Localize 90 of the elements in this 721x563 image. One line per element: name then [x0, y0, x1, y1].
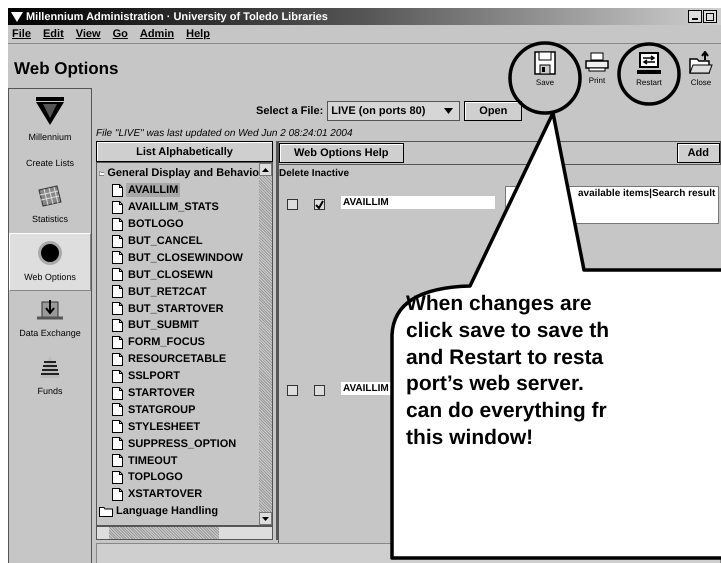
sidebar-item[interactable]: Funds: [9, 347, 91, 405]
file-dropdown[interactable]: LIVE (on ports 80): [327, 101, 460, 121]
option-name-field[interactable]: AVAILLIM: [341, 382, 391, 395]
menu-item[interactable]: View: [76, 28, 101, 40]
file-info-text: File "LIVE" was last updated on Wed Jun 2 08:24:01 2004: [96, 128, 354, 141]
minimize-button[interactable]: [688, 10, 702, 23]
grid-chart-icon: [37, 184, 63, 208]
document-icon: [112, 488, 123, 501]
triangle-logo-icon: [11, 10, 23, 22]
document-icon: [112, 218, 123, 231]
tree-item[interactable]: STATGROUP: [126, 402, 198, 417]
tree-folder[interactable]: General Display and Behavio: [97, 165, 259, 182]
column-header: Delete Inactive: [279, 167, 350, 181]
sidebar-item[interactable]: Millennium: [9, 89, 91, 151]
disc-icon: [37, 240, 63, 266]
dropdown-arrow-icon: [444, 108, 454, 114]
tree-item[interactable]: SSLPORT: [126, 369, 182, 384]
document-icon: [112, 403, 123, 416]
delete-checkbox[interactable]: [287, 199, 298, 210]
document-icon: [112, 470, 123, 484]
toolbar-button[interactable]: Restart: [629, 51, 669, 87]
triangle-logo-icon: [35, 96, 65, 126]
document-icon: [112, 251, 123, 264]
document-icon: [112, 200, 123, 214]
select-file-label: Select a File:: [256, 105, 324, 117]
menu-item[interactable]: File: [12, 28, 31, 40]
window-title: Millennium Administration · University of Toledo Libraries: [26, 10, 328, 22]
toolbar-button[interactable]: Print: [577, 51, 617, 87]
document-icon: [112, 454, 123, 468]
tree-item[interactable]: TIMEOUT: [126, 454, 180, 468]
sidebar-item[interactable]: Web Options: [9, 233, 91, 291]
vertical-scrollbar[interactable]: [259, 163, 272, 525]
scroll-down-icon: [262, 516, 269, 520]
tree-item[interactable]: FORM_FOCUS: [126, 335, 207, 350]
add-button[interactable]: Add: [676, 143, 720, 163]
page-title: Web Options: [14, 59, 119, 79]
tree-item[interactable]: AVAILLIM: [126, 183, 180, 198]
menu-item[interactable]: Go: [112, 28, 128, 40]
toolbar-button[interactable]: Save: [525, 51, 565, 87]
menu-item[interactable]: Help: [186, 28, 210, 40]
document-icon: [112, 302, 123, 316]
coin-stack-icon: [38, 354, 62, 380]
document-icon: [112, 285, 123, 298]
tree-item[interactable]: STARTOVER: [126, 386, 197, 400]
highlight-circle: [617, 42, 681, 106]
document-icon: [112, 370, 123, 383]
maximize-icon: [706, 12, 714, 20]
sidebar-item[interactable]: Create Lists: [9, 151, 91, 177]
menu-item[interactable]: Edit: [42, 28, 64, 40]
tree-item[interactable]: BUT_CANCEL: [126, 234, 205, 248]
toolbar-button[interactable]: Close: [681, 51, 721, 87]
tree-folder[interactable]: Language Handling: [97, 502, 259, 520]
tree-item[interactable]: BOTLOGO: [126, 217, 186, 232]
tree-item[interactable]: AVAILLIM_STATS: [126, 200, 221, 214]
document-icon: [112, 184, 123, 197]
document-icon: [112, 234, 123, 248]
box-arrow-icon: [36, 298, 64, 322]
tree-item[interactable]: SUPPRESS_OPTION: [126, 436, 238, 451]
delete-checkbox[interactable]: [287, 385, 298, 396]
tree-item[interactable]: BUT_RET2CAT: [126, 284, 209, 299]
monitor-arrows-icon: [637, 51, 661, 75]
tree-item[interactable]: BUT_CLOSEWINDOW: [126, 250, 245, 265]
tree-item[interactable]: XSTARTOVER: [126, 487, 204, 502]
sidebar-item[interactable]: Data Exchange: [9, 291, 91, 347]
web-options-help-button[interactable]: Web Options Help: [279, 143, 404, 163]
scroll-up-icon: [262, 168, 269, 172]
option-name-field[interactable]: AVAILLIM: [341, 196, 495, 209]
tree-item[interactable]: TOPLOGO: [126, 470, 185, 484]
tree-item[interactable]: BUT_SUBMIT: [126, 318, 201, 332]
tree-item[interactable]: RESOURCETABLE: [126, 352, 228, 366]
list-alphabetically-button[interactable]: List Alphabetically: [96, 141, 273, 162]
folder-arrow-icon: [689, 51, 713, 75]
document-icon: [112, 268, 123, 282]
tree-item[interactable]: BUT_CLOSEWN: [126, 268, 215, 282]
folder-icon: [99, 506, 113, 517]
document-icon: [112, 437, 123, 450]
document-icon: [112, 386, 123, 400]
horizontal-scrollbar[interactable]: [96, 526, 273, 540]
open-button[interactable]: Open: [464, 101, 522, 121]
sidebar-item[interactable]: Statistics: [9, 177, 91, 233]
minimize-icon: [692, 18, 698, 20]
document-icon: [112, 420, 123, 434]
maximize-button[interactable]: [703, 10, 717, 23]
tree-item[interactable]: BUT_STARTOVER: [126, 302, 226, 316]
menu-item[interactable]: Admin: [140, 28, 174, 40]
document-icon: [112, 318, 123, 332]
tree-item[interactable]: STYLESHEET: [126, 420, 202, 434]
document-icon: [112, 352, 123, 366]
document-icon: [112, 336, 123, 349]
printer-icon: [584, 51, 610, 73]
